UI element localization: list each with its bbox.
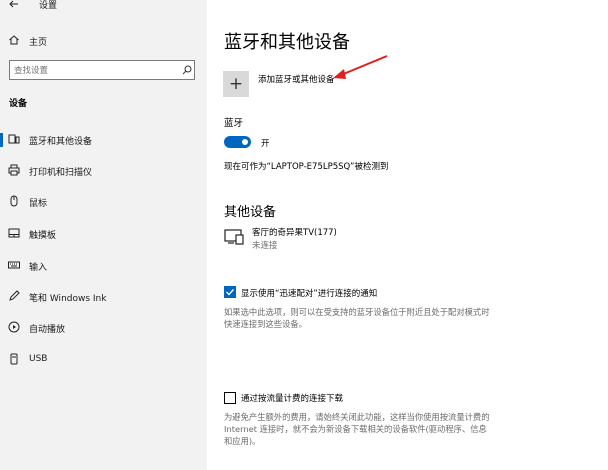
sidebar-item-home[interactable]: 主页 (0, 30, 207, 52)
sidebar-item-label: 鼠标 (29, 199, 48, 209)
annotation-arrow-icon (333, 55, 388, 79)
sidebar-item-label: 输入 (29, 263, 48, 273)
keyboard-icon (8, 261, 20, 269)
sidebar-item-label: 自动播放 (29, 325, 66, 335)
sidebar-item-pen[interactable]: 笔和 Windows Ink (0, 286, 207, 308)
plus-icon: + (228, 74, 244, 94)
sidebar-item-label: 蓝牙和其他设备 (29, 137, 93, 147)
section-label: 设备 (9, 99, 28, 109)
sidebar-item-typing[interactable]: 输入 (0, 255, 207, 277)
back-arrow-icon[interactable] (8, 0, 20, 10)
main-content: 蓝牙和其他设备 + 添加蓝牙或其他设备 蓝牙 开 现在可作为“LAPTOP-E7… (207, 0, 608, 470)
usb-icon (10, 353, 18, 365)
swift-pair-description: 如果选中此选项，则可以在受支持的蓝牙设备位于附近且处于配对模式时 快速连接到这些… (224, 306, 524, 330)
sidebar-item-label: 打印机和扫描仪 (29, 168, 93, 178)
pen-icon (9, 290, 20, 301)
metered-download-checkbox[interactable] (224, 392, 236, 404)
home-icon (9, 35, 19, 45)
device-item[interactable]: 客厅的奇异果TV(177) 未连接 (224, 225, 424, 251)
bluetooth-heading: 蓝牙 (224, 118, 244, 129)
bluetooth-toggle[interactable] (224, 136, 251, 148)
description-line: 和应用)。 (224, 436, 261, 446)
metered-download-label[interactable]: 通过按流量计费的连接下载 (241, 392, 343, 404)
sidebar-item-label: 触摸板 (29, 231, 57, 241)
active-indicator (0, 133, 3, 147)
checkmark-icon (226, 289, 235, 296)
device-name: 客厅的奇异果TV(177) (252, 228, 337, 238)
sidebar-item-label: 主页 (29, 38, 48, 48)
sidebar-item-touchpad[interactable]: 触摸板 (0, 223, 207, 245)
sidebar-item-bluetooth[interactable]: 蓝牙和其他设备 (0, 129, 207, 151)
autoplay-icon (8, 321, 20, 333)
sidebar-item-mouse[interactable]: 鼠标 (0, 191, 207, 213)
add-device-label[interactable]: 添加蓝牙或其他设备 (258, 73, 335, 85)
mouse-icon (10, 195, 18, 207)
bluetooth-devices-icon (8, 134, 20, 144)
search-box[interactable] (9, 60, 195, 80)
bluetooth-toggle-state: 开 (261, 139, 270, 149)
window-title: 设置 (39, 1, 58, 11)
search-input[interactable] (14, 64, 174, 77)
printer-icon (8, 164, 20, 176)
sidebar-item-usb[interactable]: USB (0, 349, 207, 371)
other-devices-heading: 其他设备 (224, 205, 277, 220)
description-line: Internet 连接时，就不会为新设备下载相关的设备软件(驱动程序、信息 (224, 424, 487, 434)
sidebar-item-printers[interactable]: 打印机和扫描仪 (0, 160, 207, 182)
description-line: 为避免产生额外的费用，请始终关闭此功能，这样当你使用按流量计费的 (224, 412, 490, 422)
description-line: 如果选中此选项，则可以在受支持的蓝牙设备位于附近且处于配对模式时 (224, 307, 490, 317)
toggle-knob (242, 139, 248, 145)
touchpad-icon (8, 228, 20, 238)
swift-pair-label[interactable]: 显示使用“迅速配对”进行连接的通知 (241, 287, 377, 299)
discoverable-text: 现在可作为“LAPTOP-E75LP5SQ”被检测到 (224, 162, 389, 172)
sidebar-item-autoplay[interactable]: 自动播放 (0, 317, 207, 339)
sidebar-item-label: 笔和 Windows Ink (29, 294, 107, 304)
sidebar-item-label: USB (29, 354, 48, 364)
metered-download-description: 为避免产生额外的费用，请始终关闭此功能，这样当你使用按流量计费的 Interne… (224, 411, 524, 447)
add-device-button[interactable]: + (223, 71, 249, 97)
tv-display-icon (224, 229, 244, 245)
page-title: 蓝牙和其他设备 (224, 32, 350, 53)
sidebar: 设置 主页 设备 蓝牙和其他设备 打印机和扫描仪 (0, 0, 207, 470)
swift-pair-checkbox[interactable] (224, 286, 236, 298)
device-status: 未连接 (252, 241, 278, 251)
search-icon[interactable] (182, 65, 192, 75)
description-line: 快速连接到这些设备。 (224, 319, 307, 329)
